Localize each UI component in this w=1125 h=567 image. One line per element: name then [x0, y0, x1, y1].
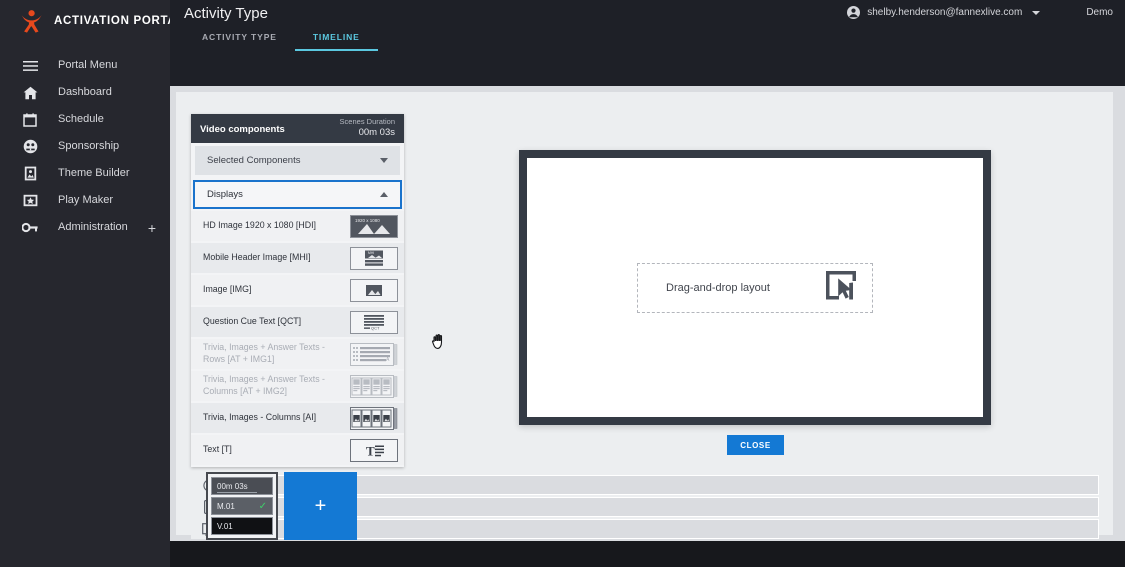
component-label: Trivia, Images + Answer Texts - Columns … — [203, 374, 325, 396]
trivia-columns-icon — [350, 374, 398, 398]
app-root: ACTIVATION PORTAL Portal Menu Dashboard — [0, 0, 1125, 567]
accordion-label: Selected Components — [207, 155, 301, 166]
sidebar-item-theme-builder[interactable]: Theme Builder — [0, 160, 170, 187]
home-icon — [22, 85, 38, 101]
component-list: HD Image 1920 x 1080 [HDI] 1920 x 1080 M… — [191, 209, 404, 465]
sponsorship-face-icon — [22, 139, 38, 155]
chevron-down-icon[interactable] — [1032, 10, 1041, 15]
theme-builder-icon — [22, 166, 38, 182]
sidebar-item-label: Dashboard — [58, 86, 112, 98]
user-menu[interactable]: shelby.henderson@fannexlive.com Demo — [847, 6, 1113, 19]
svg-text:QCT: QCT — [371, 325, 380, 330]
component-label: HD Image 1920 x 1080 [HDI] — [203, 220, 316, 231]
sidebar-item-label: Portal Menu — [58, 59, 118, 71]
component-label: Question Cue Text [QCT] — [203, 316, 302, 327]
calendar-icon — [22, 112, 38, 128]
svg-text:1920 x 1080: 1920 x 1080 — [355, 218, 380, 223]
component-label: Text [T] — [203, 444, 232, 455]
grab-hand-cursor-icon — [431, 332, 447, 350]
page-title: Activity Type — [184, 5, 268, 22]
trivia-rows-icon: A — [350, 342, 398, 366]
sidebar-item-label: Play Maker — [58, 194, 114, 206]
user-email-label: shelby.henderson@fannexlive.com — [867, 7, 1023, 18]
top-bar: Activity Type ACTIVITY TYPE TIMELINE she… — [170, 0, 1125, 86]
sidebar-item-schedule[interactable]: Schedule — [0, 106, 170, 133]
component-label: Trivia, Images - Columns [AI] — [203, 412, 317, 423]
sidebar-item-sponsorship[interactable]: Sponsorship — [0, 133, 170, 160]
dropzone-label: Drag-and-drop layout — [666, 281, 770, 294]
component-item-image[interactable]: Image [IMG] — [191, 275, 404, 305]
scenes-duration-value: 00m 03s — [358, 127, 395, 138]
scenes-duration-label: Scenes Duration — [339, 117, 395, 126]
scene-duration-cell: 00m 03s — [211, 477, 273, 495]
activation-logo-icon — [18, 8, 44, 34]
text-thumb-icon: T — [350, 438, 398, 462]
add-scene-button[interactable]: + — [284, 472, 357, 540]
component-label: Image [IMG] — [203, 284, 252, 295]
component-item-text[interactable]: Text [T] T — [191, 435, 404, 465]
sidebar-nav-list: Portal Menu Dashboard Schedule Sponsorsh… — [0, 52, 170, 241]
sidebar-item-dashboard[interactable]: Dashboard — [0, 79, 170, 106]
drag-drop-cursor-icon — [824, 269, 858, 306]
brand-header[interactable]: ACTIVATION PORTAL — [0, 0, 183, 42]
environment-label: Demo — [1086, 7, 1113, 18]
tab-bar: ACTIVITY TYPE TIMELINE — [184, 28, 378, 51]
drag-and-drop-dropzone[interactable]: Drag-and-drop layout — [637, 262, 873, 313]
scene-video-track-cell: V.01 — [211, 517, 273, 535]
component-item-question-cue-text[interactable]: Question Cue Text [QCT] QCT — [191, 307, 404, 337]
scene-mobile-label: M.01 — [217, 501, 235, 511]
svg-text:T: T — [366, 443, 375, 458]
chevron-down-icon — [380, 158, 388, 163]
tab-timeline[interactable]: TIMELINE — [294, 28, 378, 51]
sidebar-item-portal-menu[interactable]: Portal Menu — [0, 52, 170, 79]
tab-activity-type[interactable]: ACTIVITY TYPE — [184, 28, 295, 51]
component-item-trivia-columns: Trivia, Images + Answer Texts - Columns … — [191, 371, 404, 401]
left-sidebar: ACTIVATION PORTAL Portal Menu Dashboard — [0, 0, 183, 567]
image-thumb-icon — [350, 278, 398, 302]
accordion-displays[interactable]: Displays — [193, 180, 402, 209]
check-icon: ✓ — [258, 500, 267, 512]
mobile-header-image-icon: MHI — [350, 246, 398, 270]
timeline-card: Video components Scenes Duration 00m 03s… — [176, 92, 1113, 540]
component-item-hd-image[interactable]: HD Image 1920 x 1080 [HDI] 1920 x 1080 — [191, 211, 404, 241]
expand-administration-icon[interactable]: + — [148, 221, 156, 235]
sidebar-item-label: Theme Builder — [58, 167, 130, 179]
component-item-mobile-header-image[interactable]: Mobile Header Image [MHI] MHI — [191, 243, 404, 273]
sidebar-item-administration[interactable]: Administration + — [0, 214, 170, 241]
close-button[interactable]: CLOSE — [727, 435, 784, 455]
key-icon — [22, 220, 38, 236]
video-components-header: Video components Scenes Duration 00m 03s — [191, 114, 404, 143]
component-item-trivia-rows: Trivia, Images + Answer Texts - Rows [AT… — [191, 339, 404, 369]
sidebar-item-play-maker[interactable]: Play Maker — [0, 187, 170, 214]
play-maker-star-icon — [22, 193, 38, 209]
question-cue-text-icon: QCT — [350, 310, 398, 334]
sidebar-item-label: Administration — [58, 221, 128, 233]
component-item-trivia-images-columns[interactable]: Trivia, Images - Columns [AI] — [191, 403, 404, 433]
timeline-scene-block[interactable]: 00m 03s M.01 ✓ V.01 — [206, 472, 278, 540]
panel-title: Video components — [200, 124, 285, 135]
sidebar-item-label: Sponsorship — [58, 140, 120, 152]
trivia-images-columns-icon — [350, 406, 398, 430]
sidebar-item-label: Schedule — [58, 113, 104, 125]
component-label: Trivia, Images + Answer Texts - Rows [AT… — [203, 342, 325, 364]
hamburger-menu-icon — [22, 58, 38, 74]
accordion-selected-components[interactable]: Selected Components — [195, 146, 400, 175]
account-circle-icon — [847, 6, 861, 19]
video-components-panel: Video components Scenes Duration 00m 03s… — [191, 114, 404, 467]
preview-canvas: Drag-and-drop layout — [519, 150, 991, 425]
hd-image-thumb-icon: 1920 x 1080 — [350, 214, 398, 238]
scene-mobile-track-cell: M.01 ✓ — [211, 497, 273, 515]
svg-text:MHI: MHI — [368, 251, 374, 255]
chevron-up-icon — [380, 192, 388, 197]
component-label: Mobile Header Image [MHI] — [203, 252, 311, 263]
accordion-label: Displays — [207, 189, 243, 200]
brand-name: ACTIVATION PORTAL — [54, 15, 185, 27]
content-surface: Video components Scenes Duration 00m 03s… — [170, 86, 1125, 541]
